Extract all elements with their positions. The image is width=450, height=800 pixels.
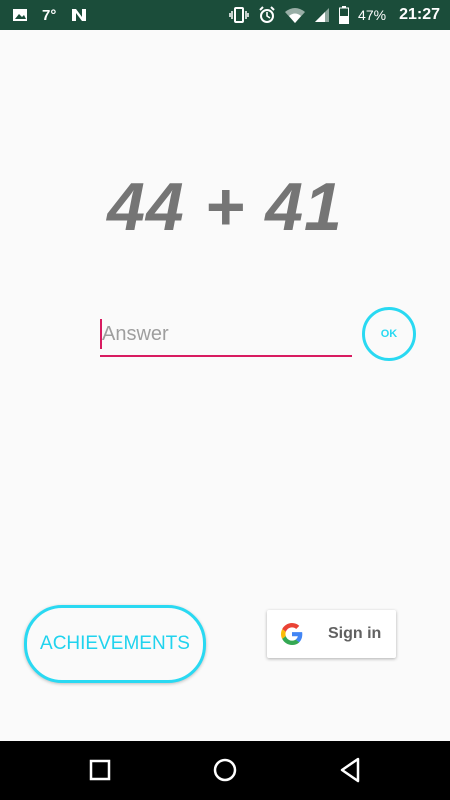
ok-button[interactable]: OK (362, 307, 416, 361)
image-icon (12, 7, 28, 23)
recents-icon[interactable] (88, 755, 112, 790)
signin-label: Sign in (328, 625, 382, 642)
navigation-bar (0, 741, 450, 800)
google-icon (281, 623, 303, 650)
google-signin-button[interactable]: Sign in (267, 610, 396, 658)
achievements-button[interactable]: ACHIEVEMENTS (24, 605, 206, 683)
battery-percent: 47% (358, 7, 387, 23)
n-app-icon (70, 7, 88, 23)
temperature-text: 7° (42, 6, 57, 24)
battery-icon (339, 6, 350, 24)
signal-icon (314, 7, 330, 23)
home-icon[interactable] (211, 755, 239, 790)
back-icon[interactable] (338, 755, 364, 790)
answer-field-container (100, 315, 352, 357)
vibrate-icon (229, 6, 249, 24)
text-cursor (100, 319, 102, 349)
status-bar: 7° 47% 21:27 (0, 0, 450, 30)
answer-input[interactable] (100, 315, 352, 353)
clock: 21:27 (399, 6, 440, 23)
alarm-icon (258, 6, 276, 24)
wifi-icon (285, 7, 306, 23)
equation-text: 44 + 41 (107, 169, 343, 245)
